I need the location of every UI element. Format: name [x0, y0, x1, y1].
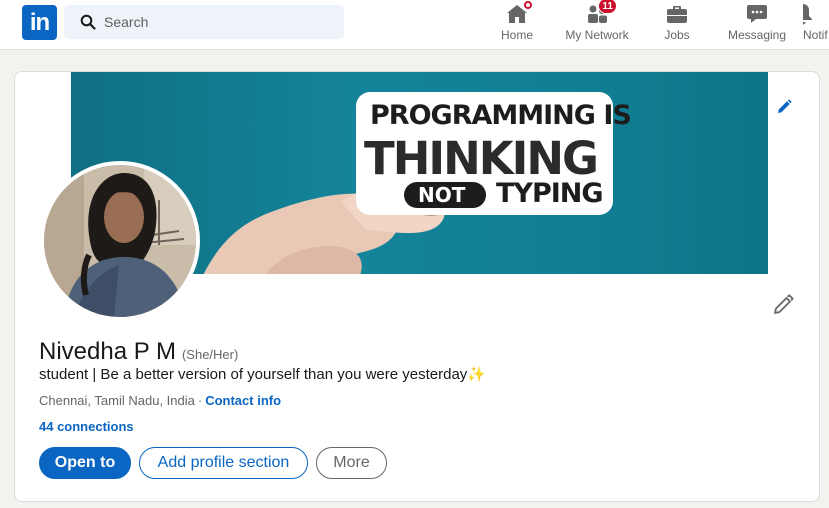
separator-dot: · — [197, 393, 203, 408]
nav-label-notifications: Notif — [803, 28, 828, 42]
nav-messaging[interactable]: Messaging — [727, 0, 787, 50]
notification-dot — [522, 0, 534, 11]
location-row: Chennai, Tamil Nadu, India · Contact info — [39, 393, 281, 408]
nav-jobs[interactable]: Jobs — [660, 0, 694, 50]
profile-card: PROGRAMMING IS THINKING NOT TYPING Nived… — [14, 71, 820, 502]
home-icon — [505, 0, 534, 26]
network-badge: 11 — [598, 0, 617, 14]
search-input[interactable] — [104, 14, 324, 30]
nav-my-network[interactable]: 11 My Network — [562, 0, 632, 50]
connections-link[interactable]: 44 connections — [39, 419, 134, 434]
nav-label-jobs: Jobs — [664, 28, 690, 42]
network-icon: 11 — [585, 0, 617, 26]
edit-profile-icon[interactable] — [772, 294, 794, 316]
top-nav: in Home 11 My Network — [0, 0, 829, 50]
banner-pill: NOT — [404, 182, 486, 208]
profile-name: Nivedha P M — [39, 338, 176, 365]
nav-notifications[interactable]: Notif — [803, 0, 829, 50]
search-bar[interactable] — [64, 5, 344, 39]
linkedin-logo[interactable]: in — [22, 5, 57, 40]
banner-sticker: PROGRAMMING IS THINKING NOT TYPING — [356, 92, 632, 215]
profile-avatar[interactable] — [40, 161, 200, 321]
search-icon — [80, 14, 96, 30]
open-to-button[interactable]: Open to — [39, 447, 131, 479]
profile-location: Chennai, Tamil Nadu, India — [39, 393, 195, 408]
nav-home[interactable]: Home — [496, 0, 538, 50]
banner-line-1: PROGRAMMING IS — [370, 100, 632, 131]
bell-icon — [803, 2, 829, 26]
more-button[interactable]: More — [316, 447, 387, 479]
profile-headline: student | Be a better version of yoursel… — [39, 366, 486, 383]
nav-label-messaging: Messaging — [727, 28, 787, 42]
banner-line-3: TYPING — [496, 178, 604, 209]
avatar-photo — [44, 165, 196, 317]
contact-info-link[interactable]: Contact info — [205, 393, 281, 408]
edit-banner-icon[interactable] — [775, 98, 793, 116]
nav-label-home: Home — [500, 28, 533, 42]
name-row: Nivedha P M (She/Her) — [39, 338, 238, 366]
add-profile-section-button[interactable]: Add profile section — [139, 447, 308, 479]
nav-label-my-network: My Network — [565, 28, 629, 42]
chat-icon — [745, 2, 769, 26]
profile-pronouns: (She/Her) — [181, 347, 239, 362]
briefcase-icon — [665, 2, 689, 26]
